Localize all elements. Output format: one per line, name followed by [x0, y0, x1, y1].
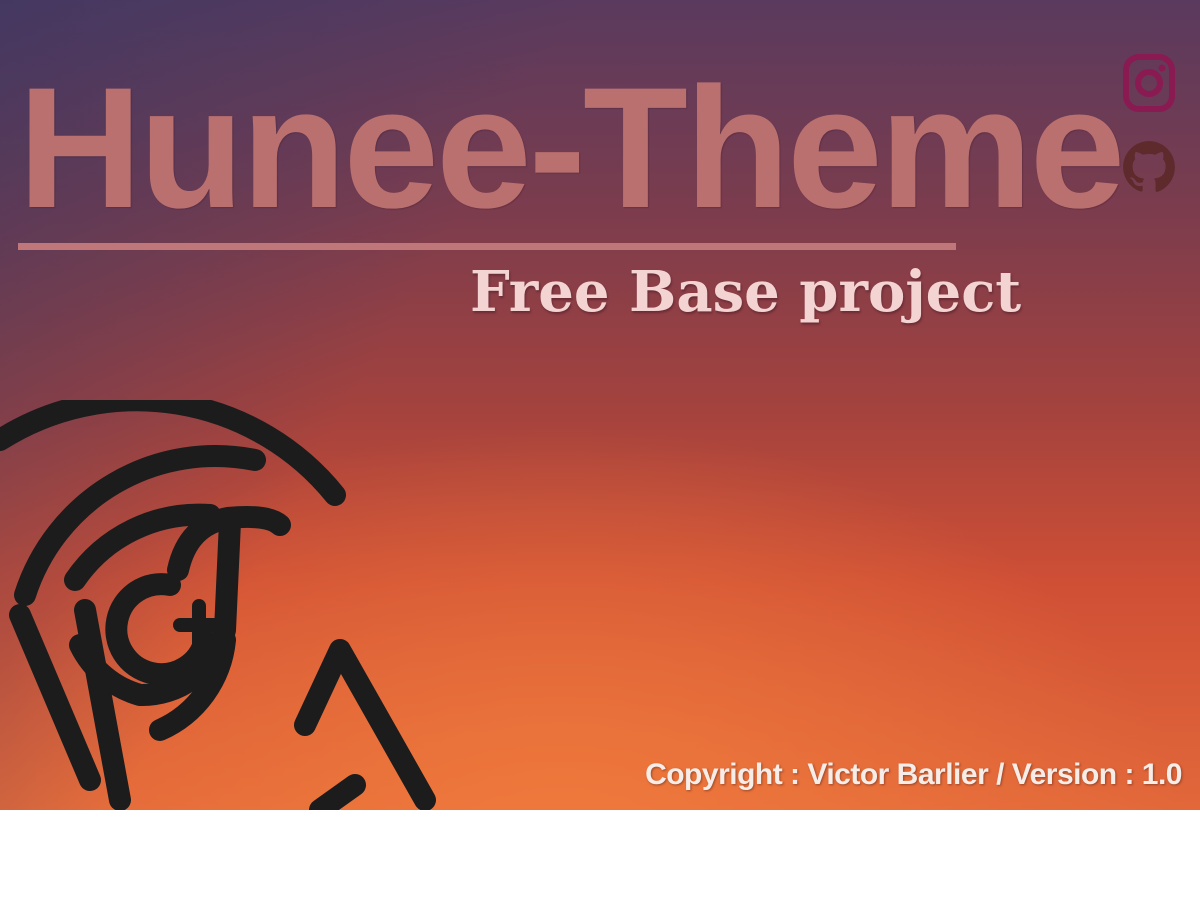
- github-link[interactable]: [1122, 134, 1176, 200]
- copyright-text: Copyright : Victor Barlier / Version : 1…: [645, 758, 1182, 791]
- hunee-logo: [0, 400, 460, 810]
- instagram-link[interactable]: [1122, 50, 1176, 116]
- page-subtitle: Free Base project: [470, 259, 1022, 325]
- hero-banner: Hunee-Theme Free Base project Copyright …: [0, 0, 1200, 810]
- hunee-logo-icon: [0, 400, 436, 810]
- instagram-icon: [1123, 54, 1175, 112]
- page-title: Hunee-Theme: [18, 52, 1125, 244]
- title-underline: [18, 243, 956, 250]
- github-icon: [1123, 141, 1175, 192]
